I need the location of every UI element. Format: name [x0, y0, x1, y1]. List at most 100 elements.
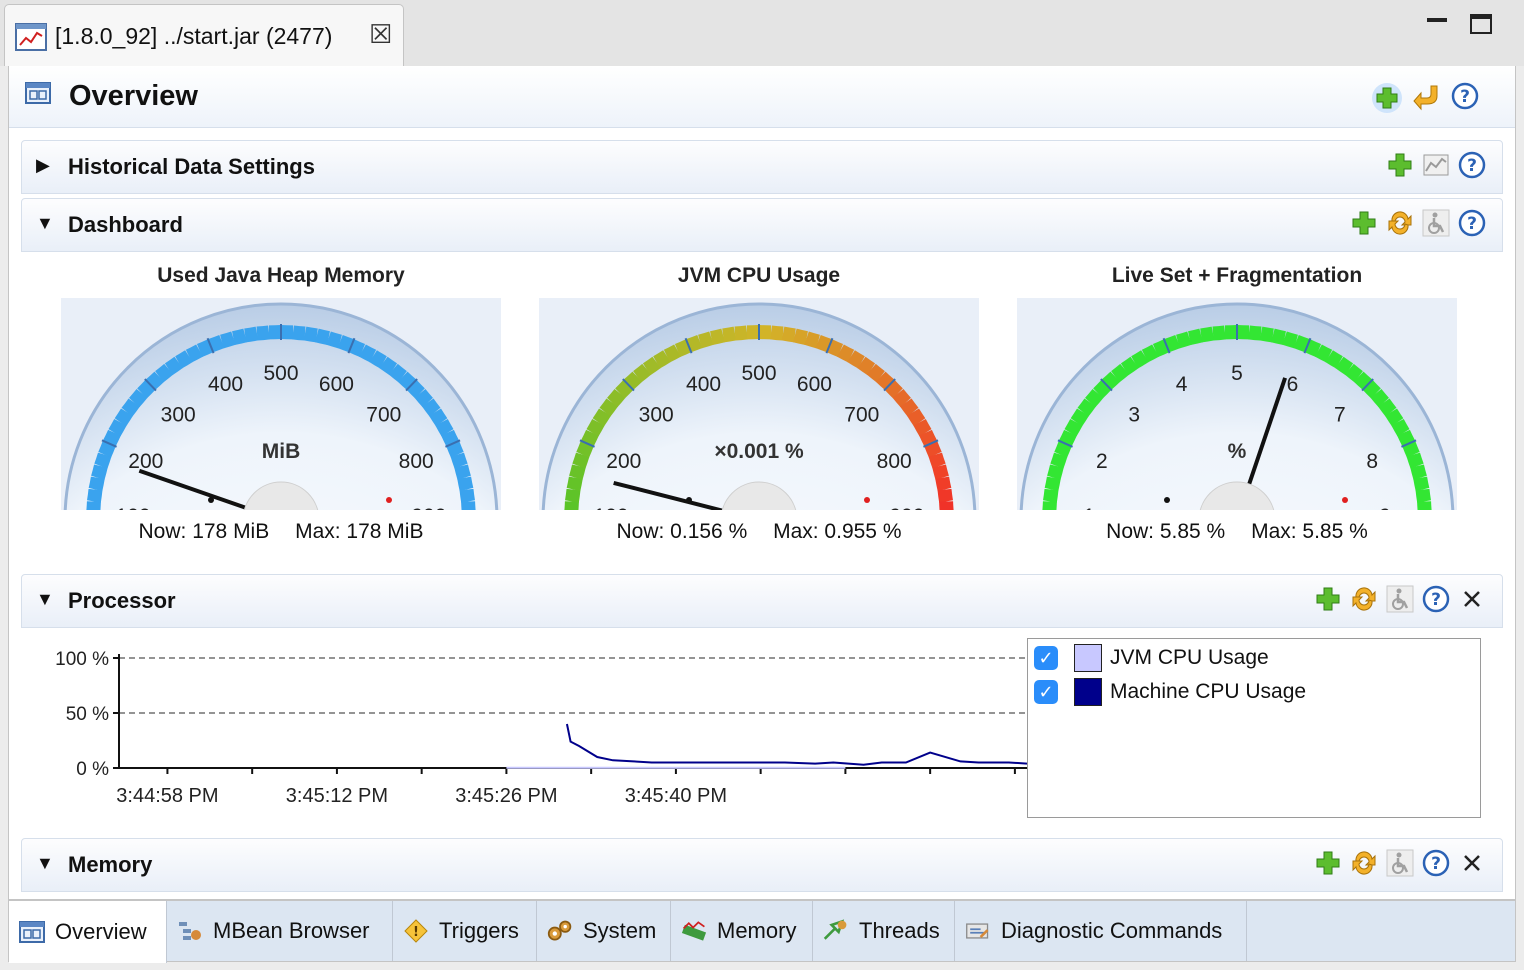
section-processor[interactable]: ▼ Processor ?: [21, 574, 1503, 628]
gauge-stats: Now: 178 MiB Max: 178 MiB: [61, 520, 501, 544]
tab-triggers[interactable]: ! Triggers: [393, 901, 537, 961]
tab-diagnostic-commands[interactable]: Diagnostic Commands: [955, 901, 1247, 961]
accessibility-icon[interactable]: [1386, 585, 1414, 613]
collapse-arrow-icon[interactable]: ▼: [36, 213, 54, 234]
legend-checkbox[interactable]: ✓: [1034, 646, 1058, 670]
gauge-tick-label: 7: [1334, 404, 1346, 427]
collapse-arrow-icon[interactable]: ▼: [36, 853, 54, 874]
help-icon[interactable]: ?: [1458, 209, 1486, 237]
gauge-arc-segment: [1131, 350, 1149, 369]
close-icon[interactable]: [1458, 849, 1486, 877]
gauge-arc-segment: [459, 488, 475, 503]
gauge-arc-segment: [770, 325, 784, 341]
gauge-arc-segment: [826, 339, 844, 358]
chart-x-tick-label: 3:45:40 PM: [625, 785, 727, 807]
threads-icon: [823, 919, 847, 940]
section-historical-data-settings[interactable]: ▶ Historical Data Settings ?: [21, 140, 1503, 194]
gauge-arc-segment: [1176, 331, 1192, 349]
gauge-arc-segment: [1293, 335, 1310, 353]
legend-item[interactable]: ✓ JVM CPU Usage: [1034, 643, 1269, 673]
add-icon[interactable]: [1386, 151, 1414, 179]
legend-checkbox[interactable]: ✓: [1034, 680, 1058, 704]
refresh-icon[interactable]: [1350, 585, 1378, 613]
chart-series-line: [565, 723, 1028, 766]
gauge-arc-segment: [406, 380, 425, 399]
add-icon[interactable]: [1314, 849, 1342, 877]
add-icon[interactable]: [1314, 585, 1342, 613]
gauge-arc-segment: [348, 339, 366, 358]
tab-overview[interactable]: Overview: [9, 901, 167, 963]
gauge-arc-segment: [326, 331, 342, 349]
gauge-arc-segment: [1042, 501, 1057, 510]
gauge-arc-segment: [1413, 476, 1430, 492]
section-dashboard[interactable]: ▼ Dashboard ?: [21, 198, 1503, 252]
chart-settings-icon[interactable]: [1422, 151, 1450, 179]
overview-icon: [19, 921, 45, 943]
help-icon[interactable]: ?: [1451, 82, 1479, 110]
gauge-tick-label: 300: [639, 404, 674, 427]
chart-y-tick-label: 50 %: [66, 704, 109, 725]
gauge-arc-segment: [1101, 371, 1121, 391]
gauge-arc-segment: [1070, 408, 1089, 427]
tab-threads[interactable]: Threads: [813, 901, 955, 961]
gauge-arc-segment: [722, 326, 737, 343]
gauge-tick-label: 9: [1379, 505, 1391, 510]
gauge-marker: [1164, 497, 1170, 503]
gauge-arc-segment: [566, 476, 583, 492]
gauge-tick-label: 6: [1287, 373, 1299, 396]
gauge-arc-segment: [1391, 418, 1410, 437]
accessibility-icon[interactable]: [1386, 849, 1414, 877]
gauge-arc-segment: [98, 441, 116, 458]
gauge-jvm-cpu-usage: JVM CPU Usage 01002003004005006007008009…: [539, 256, 979, 556]
gauge-arc-segment: [88, 476, 105, 492]
tab-memory[interactable]: Memory: [671, 901, 813, 961]
gauge-max-value: Max: 5.85 %: [1251, 520, 1368, 543]
gauge-marker: [386, 497, 392, 503]
gauge-arc-segment: [815, 335, 832, 353]
form-header: Overview ?: [9, 66, 1515, 128]
gauge-arc-segment: [292, 325, 306, 341]
gauge-unit-label: ×0.001 %: [714, 440, 804, 463]
gauge-title: JVM CPU Usage: [677, 264, 841, 287]
accessibility-icon[interactable]: [1422, 209, 1450, 237]
tab-mbean-browser[interactable]: MBean Browser: [167, 901, 393, 961]
gauge-arc-segment: [303, 326, 318, 343]
add-icon[interactable]: [1350, 209, 1378, 237]
gauge-arc-segment: [1410, 464, 1427, 480]
maximize-icon[interactable]: [1470, 14, 1492, 34]
gauge-arc-segment: [1248, 325, 1262, 341]
help-icon[interactable]: ?: [1422, 849, 1450, 877]
close-icon[interactable]: [1458, 585, 1486, 613]
gauge-arc-segment: [924, 441, 942, 458]
gauge-arc-segment: [1050, 452, 1068, 469]
help-icon[interactable]: ?: [1422, 585, 1450, 613]
minimize-icon[interactable]: [1427, 18, 1447, 22]
tab-system[interactable]: System: [537, 901, 671, 961]
close-icon[interactable]: ☒: [369, 21, 392, 47]
refresh-icon[interactable]: [1350, 849, 1378, 877]
legend-item[interactable]: ✓ Machine CPU Usage: [1034, 677, 1306, 707]
reset-icon[interactable]: [1411, 82, 1439, 111]
gauge-title: Live Set + Fragmentation: [1111, 264, 1363, 287]
gauge-arc-segment: [847, 350, 865, 369]
gauge-tick-label: 3: [1128, 404, 1140, 427]
refresh-icon[interactable]: [1386, 209, 1414, 237]
help-icon[interactable]: ?: [1458, 151, 1486, 179]
gauge-now-value: Now: 0.156 %: [616, 520, 748, 543]
svg-text:?: ?: [1431, 590, 1441, 610]
tab-label: Threads: [859, 918, 940, 943]
gauge-tick-label: 2: [1096, 450, 1108, 473]
section-memory[interactable]: ▼ Memory ?: [21, 838, 1503, 892]
gauge-arc-segment: [928, 452, 946, 469]
gauge-arc-segment: [220, 331, 236, 349]
editor-tab-jvm-console[interactable]: [1.8.0_92] ../start.jar (2477) ☒: [4, 4, 404, 66]
gauge-arc-segment: [686, 335, 703, 353]
collapse-arrow-icon[interactable]: ▼: [36, 589, 54, 610]
add-icon[interactable]: [1371, 82, 1402, 113]
gauge-unit-label: %: [1228, 440, 1247, 463]
gauge-arc-segment: [388, 363, 407, 383]
expand-arrow-icon[interactable]: ▶: [36, 155, 50, 176]
legend-label: Machine CPU Usage: [1110, 680, 1307, 703]
chart-legend: ✓ JVM CPU Usage ✓ Machine CPU Usage: [1027, 638, 1481, 818]
gauge-arc-segment: [137, 380, 156, 399]
